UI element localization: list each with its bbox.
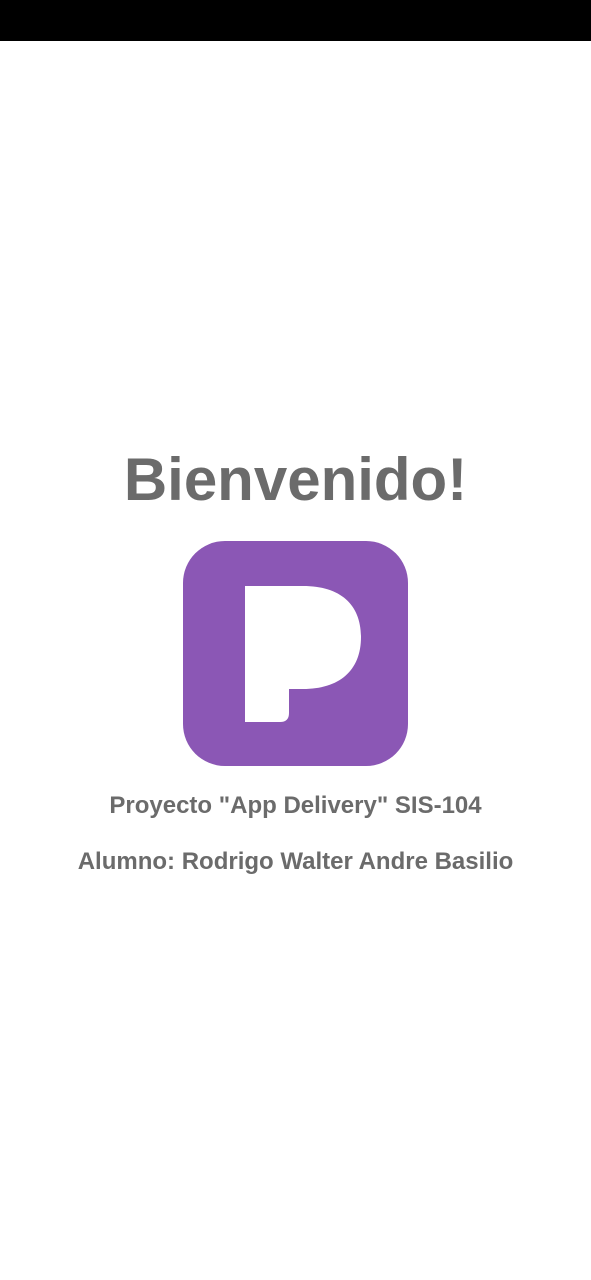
welcome-title: Bienvenido! [123, 446, 468, 513]
app-logo-icon [183, 541, 408, 766]
status-bar [0, 0, 591, 41]
project-name-text: Proyecto "App Delivery" SIS-104 [109, 792, 482, 819]
student-name-text: Alumno: Rodrigo Walter Andre Basilio [77, 848, 514, 875]
